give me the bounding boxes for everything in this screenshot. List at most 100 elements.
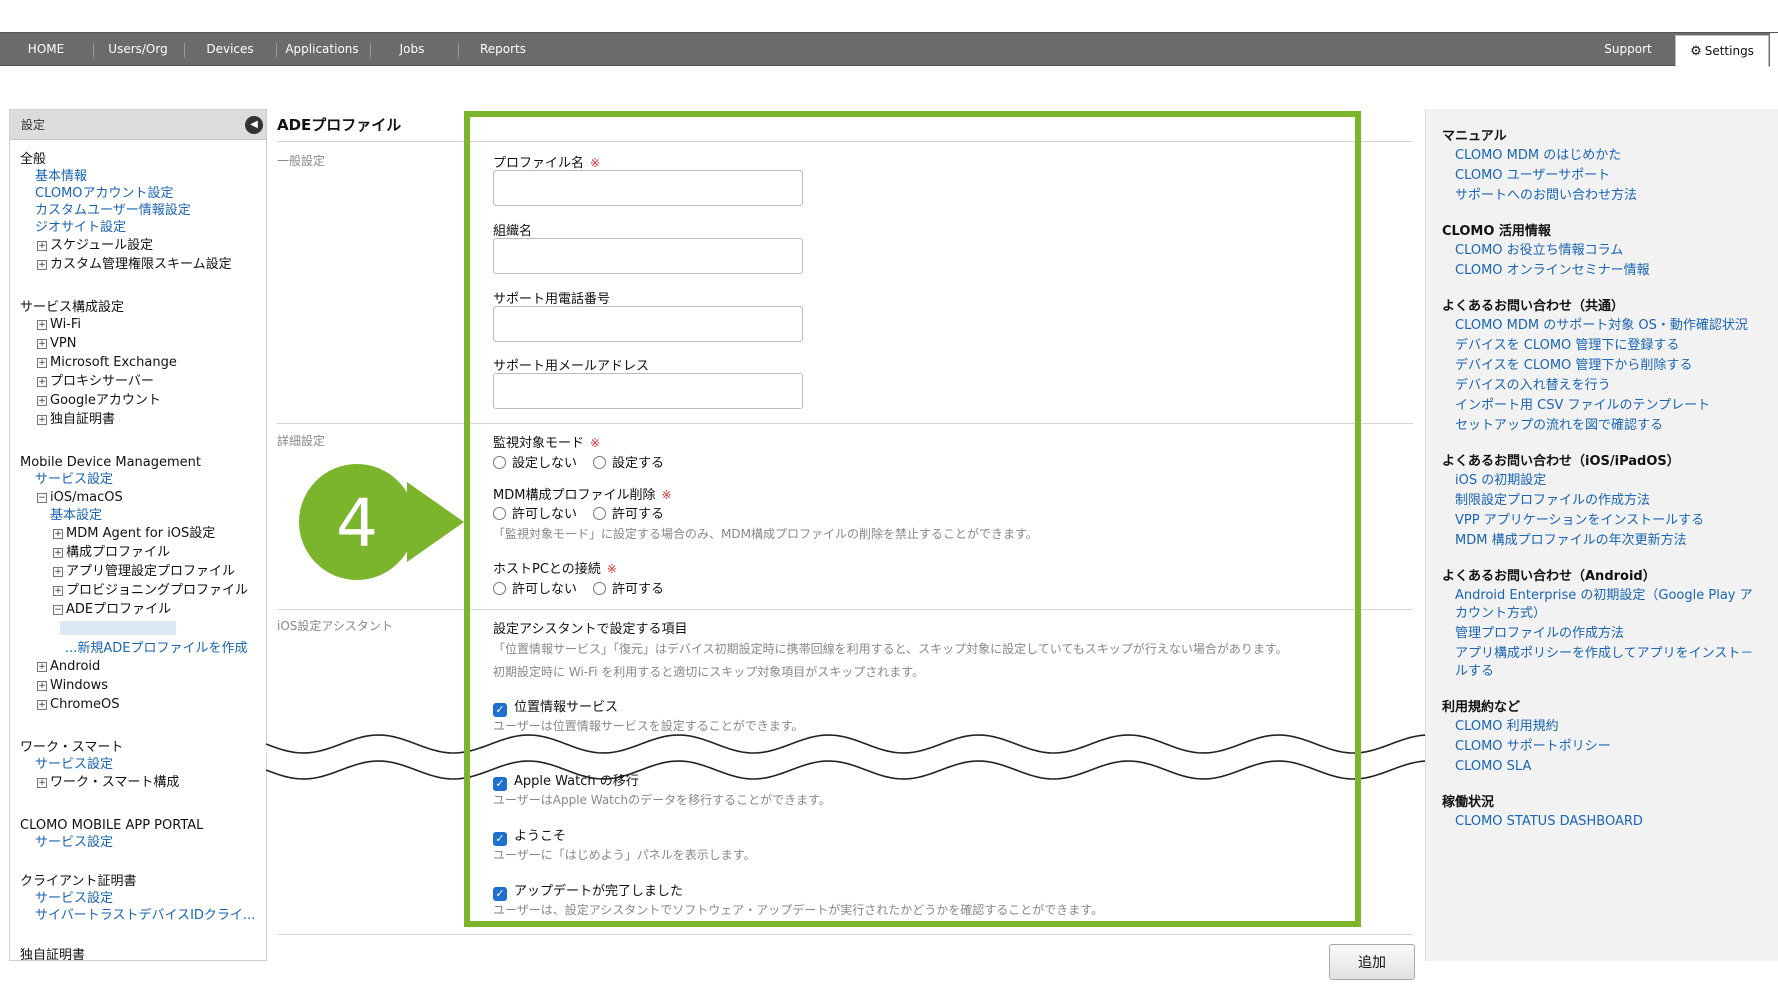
sidebar-item-basic-info[interactable]: 基本情報	[35, 169, 87, 185]
divider	[277, 141, 1413, 142]
nav-separator	[458, 43, 459, 57]
expand-icon: +	[37, 396, 47, 406]
radio-supervised-off[interactable]	[493, 456, 506, 469]
org-name-input[interactable]	[493, 238, 803, 274]
nav-separator	[93, 43, 94, 57]
sidebar-item-own-cert[interactable]: + 独自証明書	[37, 412, 115, 428]
expand-icon: +	[37, 700, 47, 710]
sidebar-item-ios-basic[interactable]: 基本設定	[50, 508, 102, 524]
nav-jobs[interactable]: Jobs	[374, 33, 450, 66]
nav-devices[interactable]: Devices	[190, 33, 270, 66]
help-link[interactable]: CLOMO お役立ち情報コラム	[1455, 242, 1623, 259]
sidebar-item-cybertrust[interactable]: サイバートラストデバイスIDクライ...	[35, 908, 255, 924]
sidebar-item-work-config[interactable]: + ワーク・スマート構成	[37, 775, 179, 791]
sidebar-item-custom-permission[interactable]: + カスタム管理権限スキーム設定	[37, 257, 232, 273]
sidebar-item-new-ade[interactable]: ...新規ADEプロファイルを作成	[65, 641, 248, 657]
help-link[interactable]: Android Enterprise の初期設定（Google Play ア	[1455, 587, 1753, 604]
help-link[interactable]: インポート用 CSV ファイルのテンプレート	[1455, 397, 1710, 414]
sidebar-item-vpn[interactable]: + VPN	[37, 336, 76, 352]
check-location-service[interactable]: ✓ 位置情報サービス	[493, 696, 618, 717]
sidebar-item-mdm-service[interactable]: サービス設定	[35, 472, 113, 488]
sidebar-item-google-account[interactable]: + Googleアカウント	[37, 393, 161, 409]
radio-host-pc-allow[interactable]	[593, 582, 607, 595]
sidebar-item-android[interactable]: + Android	[37, 659, 100, 675]
help-link[interactable]: デバイスを CLOMO 管理下から削除する	[1455, 357, 1692, 374]
help-link[interactable]: CLOMO SLA	[1455, 758, 1531, 775]
step-number: 4	[336, 485, 378, 562]
help-link[interactable]: iOS の初期設定	[1455, 472, 1546, 489]
help-link[interactable]: CLOMO 利用規約	[1455, 718, 1559, 735]
sidebar-item-chromeos[interactable]: + ChromeOS	[37, 697, 119, 713]
step-callout: 4	[299, 464, 464, 580]
sidebar-item-geosite[interactable]: ジオサイト設定	[35, 220, 126, 236]
help-link[interactable]: CLOMO STATUS DASHBOARD	[1455, 813, 1643, 830]
nav-settings-tab[interactable]: ⚙ Settings	[1675, 35, 1769, 67]
help-link[interactable]: CLOMO MDM のサポート対象 OS・動作確認状況	[1455, 317, 1748, 334]
sidebar-item-config-profile[interactable]: + 構成プロファイル	[53, 545, 170, 561]
help-sidebar: マニュアル CLOMO MDM のはじめかた CLOMO ユーザーサポート サポ…	[1425, 109, 1778, 961]
nav-applications[interactable]: Applications	[280, 33, 364, 66]
checkbox-checked-icon[interactable]: ✓	[493, 703, 507, 717]
help-link[interactable]: セットアップの流れを図で確認する	[1455, 417, 1663, 434]
collapse-sidebar-icon[interactable]: ◀	[245, 116, 263, 134]
help-link[interactable]: デバイスを CLOMO 管理下に登録する	[1455, 337, 1679, 354]
sidebar-item-cert-service[interactable]: サービス設定	[35, 891, 113, 907]
help-link[interactable]: CLOMO MDM のはじめかた	[1455, 147, 1621, 164]
help-link[interactable]: デバイスの入れ替えを行う	[1455, 377, 1611, 394]
sidebar-item-mdm-agent[interactable]: + MDM Agent for iOS設定	[53, 526, 215, 542]
help-link[interactable]: アプリ構成ポリシーを作成してアプリをインスト－	[1455, 645, 1753, 662]
check-welcome[interactable]: ✓ ようこそ	[493, 825, 566, 846]
add-button[interactable]: 追加	[1329, 944, 1415, 980]
gear-icon: ⚙	[1690, 44, 1702, 59]
help-link[interactable]: 管理プロファイルの作成方法	[1455, 625, 1624, 642]
nav-reports[interactable]: Reports	[462, 33, 544, 66]
help-heading-status: 稼働状況	[1442, 795, 1495, 810]
sidebar-item-portal-service[interactable]: サービス設定	[35, 835, 113, 851]
help-link[interactable]: ルする	[1455, 663, 1494, 680]
sidebar-item-work-service[interactable]: サービス設定	[35, 757, 113, 773]
nav-support[interactable]: Support	[1590, 33, 1666, 66]
radio-mdm-remove-deny[interactable]	[493, 507, 506, 520]
checkbox-checked-icon[interactable]: ✓	[493, 832, 507, 846]
check-update-complete[interactable]: ✓ アップデートが完了しました	[493, 880, 683, 901]
help-link[interactable]: MDM 構成プロファイルの年次更新方法	[1455, 532, 1687, 549]
sidebar-item-ade-profile[interactable]: − ADEプロファイル	[53, 602, 171, 618]
help-link[interactable]: CLOMO オンラインセミナー情報	[1455, 262, 1650, 279]
page-break-wave	[266, 734, 1428, 780]
nav-end-cap	[1770, 33, 1778, 66]
check-apple-watch[interactable]: ✓ Apple Watch の移行	[493, 770, 639, 791]
sidebar-item-windows[interactable]: + Windows	[37, 678, 108, 694]
help-link[interactable]: VPP アプリケーションをインストールする	[1455, 512, 1704, 529]
expand-icon: +	[53, 529, 63, 539]
sidebar-item-provisioning[interactable]: + プロビジョニングプロファイル	[53, 583, 248, 599]
sidebar-item-ios-macos[interactable]: − iOS/macOS	[37, 490, 123, 506]
radio-mdm-remove-allow[interactable]	[593, 507, 607, 520]
nav-home[interactable]: HOME	[8, 33, 84, 66]
checkbox-checked-icon[interactable]: ✓	[493, 777, 507, 791]
help-link[interactable]: サポートへのお問い合わせ方法	[1455, 187, 1637, 204]
host-pc-options: 許可しない 許可する	[493, 578, 664, 597]
sidebar-item-custom-user-info[interactable]: カスタムユーザー情報設定	[35, 203, 191, 219]
help-link[interactable]: CLOMO ユーザーサポート	[1455, 167, 1610, 184]
sidebar-item-wifi[interactable]: + Wi-Fi	[37, 317, 81, 333]
profile-name-input[interactable]	[493, 170, 803, 206]
help-link[interactable]: カウント方式）	[1455, 605, 1546, 622]
radio-supervised-on[interactable]	[593, 456, 607, 469]
help-link[interactable]: CLOMO サポートポリシー	[1455, 738, 1611, 755]
sidebar-item-app-profile[interactable]: + アプリ管理設定プロファイル	[53, 564, 235, 580]
nav-users-org[interactable]: Users/Org	[97, 33, 179, 66]
nav-settings-label: Settings	[1704, 44, 1754, 58]
top-nav-bar: HOME Users/Org Devices Applications Jobs…	[0, 32, 1778, 67]
radio-host-pc-deny[interactable]	[493, 582, 506, 595]
checkbox-checked-icon[interactable]: ✓	[493, 887, 507, 901]
expand-icon: +	[37, 260, 47, 270]
supervised-label: 監視対象モード ※	[493, 436, 601, 451]
sidebar-item-schedule[interactable]: + スケジュール設定	[37, 238, 153, 254]
support-phone-input[interactable]	[493, 306, 803, 342]
support-email-input[interactable]	[493, 373, 803, 409]
sidebar-item-exchange[interactable]: + Microsoft Exchange	[37, 355, 177, 371]
help-link[interactable]: 制限設定プロファイルの作成方法	[1455, 492, 1650, 509]
sidebar-item-clomo-account[interactable]: CLOMOアカウント設定	[35, 186, 174, 202]
expand-icon: +	[37, 339, 47, 349]
sidebar-item-proxy[interactable]: + プロキシサーバー	[37, 374, 154, 390]
